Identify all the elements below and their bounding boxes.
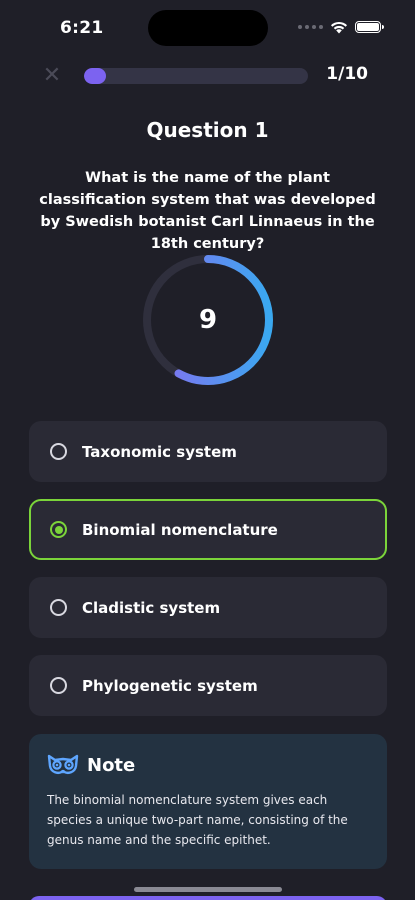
note-card: Note The binomial nomenclature system gi… [29, 734, 387, 869]
answer-option[interactable]: Cladistic system [29, 577, 387, 638]
close-button[interactable]: ✕ [40, 64, 64, 88]
timer-value: 9 [198, 305, 218, 335]
quiz-progress-bar [84, 68, 308, 84]
answer-option-label: Binomial nomenclature [82, 520, 278, 539]
status-bar: 6:21 [0, 0, 415, 54]
cellular-signal-icon [298, 25, 323, 29]
radio-button[interactable] [50, 443, 67, 460]
battery-icon [355, 21, 384, 33]
radio-button[interactable] [50, 677, 67, 694]
dynamic-island [148, 10, 268, 46]
note-text: The binomial nomenclature system gives e… [47, 793, 348, 847]
question-text: What is the name of the plant classifica… [39, 170, 376, 252]
note-title: Note [87, 754, 136, 776]
note-header: Note [47, 754, 369, 776]
wifi-icon [331, 21, 347, 34]
countdown-timer: 9 [140, 252, 276, 388]
answer-option[interactable]: Binomial nomenclature [29, 499, 387, 560]
answer-option[interactable]: Phylogenetic system [29, 655, 387, 716]
answer-option-label: Phylogenetic system [82, 676, 258, 695]
answer-options: Taxonomic system Binomial nomenclature C… [29, 421, 387, 733]
answer-option[interactable]: Taxonomic system [29, 421, 387, 482]
continue-button[interactable] [29, 896, 387, 900]
home-indicator [134, 887, 282, 892]
status-icons [298, 20, 384, 34]
status-time: 6:21 [60, 18, 104, 38]
answer-option-label: Cladistic system [82, 598, 221, 617]
radio-selected-dot [54, 525, 63, 534]
progress-count: 1/10 [326, 64, 368, 84]
close-icon: ✕ [42, 63, 62, 88]
radio-button[interactable] [50, 521, 67, 538]
owl-icon [47, 754, 79, 774]
answer-option-label: Taxonomic system [82, 442, 237, 461]
radio-button[interactable] [50, 599, 67, 616]
question-title: Question 1 [146, 118, 269, 142]
quiz-progress-fill [84, 68, 107, 84]
